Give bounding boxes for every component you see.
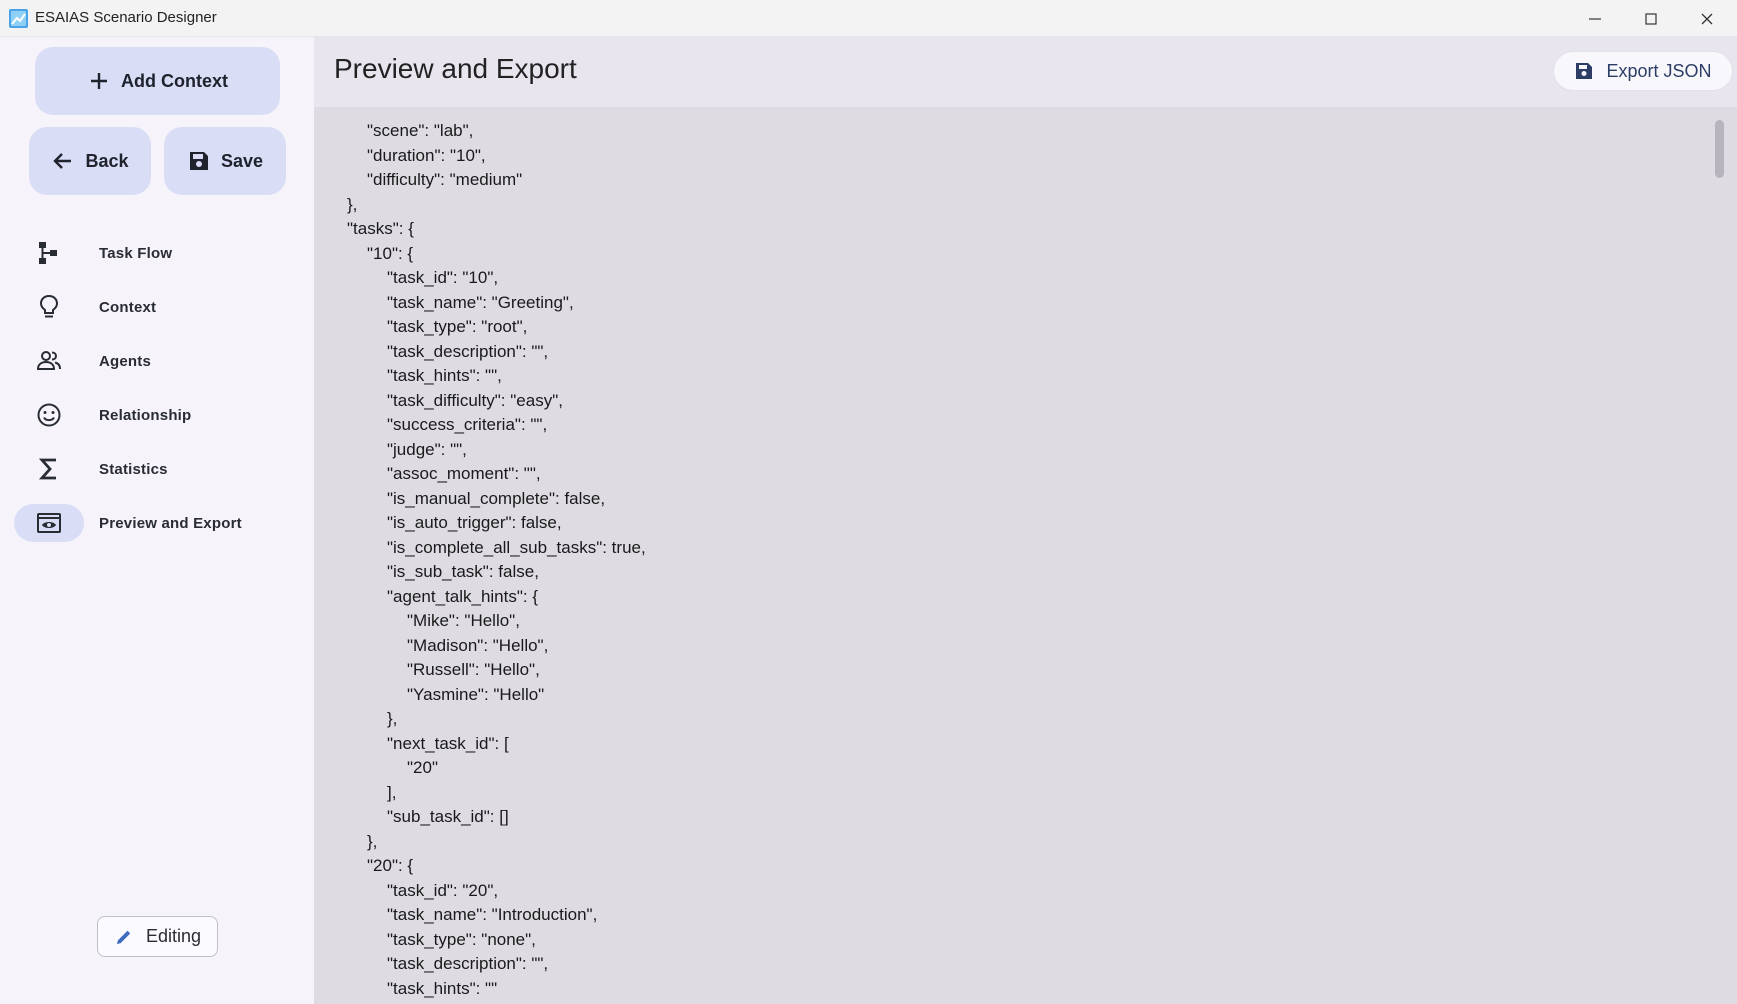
json-line: "is_manual_complete": false, xyxy=(387,488,606,508)
editing-label: Editing xyxy=(145,926,202,946)
json-line: "is_complete_all_sub_tasks": true, xyxy=(387,537,646,557)
json-line: "task_description": "", xyxy=(387,954,549,973)
json-line: "task_name": "Greeting", xyxy=(387,292,574,312)
agents-icon xyxy=(36,351,61,370)
sidebar-item-relationship[interactable]: Relationship xyxy=(14,395,314,435)
json-line: }, xyxy=(347,194,358,214)
json-line: "scene": "lab", xyxy=(367,121,474,140)
json-line: "tasks": { xyxy=(347,219,414,238)
preview-icon xyxy=(37,513,61,533)
json-line: "task_name": "Introduction", xyxy=(387,905,598,924)
json-line: "next_task_id": [ xyxy=(387,733,509,753)
arrow-left-icon xyxy=(53,153,72,169)
json-line: "task_type": "none", xyxy=(387,929,536,949)
save-button[interactable]: Save xyxy=(164,127,286,195)
sidebar-item-label: Preview and Export xyxy=(99,514,242,532)
app-logo-icon xyxy=(9,9,28,28)
json-line: }, xyxy=(387,709,398,728)
json-line: "10": { xyxy=(367,243,414,263)
close-button[interactable] xyxy=(1679,0,1735,37)
json-preview-panel[interactable]: "scene": "lab", "duration": "10", "difficu… xyxy=(314,107,1737,1004)
back-label: Back xyxy=(85,150,129,171)
sidebar-item-context[interactable]: Context xyxy=(14,287,314,327)
json-line: }, xyxy=(367,831,378,851)
json-line: "is_sub_task": false, xyxy=(387,562,539,581)
window-title: ESAIAS Scenario Designer xyxy=(35,9,217,26)
title-bar: ESAIAS Scenario Designer xyxy=(0,0,1737,37)
json-line: "task_id": "20", xyxy=(387,880,499,900)
app-window: ESAIAS Scenario Designer Add Context Bac… xyxy=(0,0,1737,1004)
export-json-button[interactable]: Export JSON xyxy=(1553,51,1733,91)
sidebar-item-label: Agents xyxy=(99,352,152,370)
json-line: "duration": "10", xyxy=(367,145,486,165)
page-title: Preview and Export xyxy=(334,53,577,84)
plus-icon xyxy=(91,73,107,89)
editing-button[interactable]: Editing xyxy=(97,916,218,957)
json-line: "sub_task_id": [] xyxy=(387,807,509,826)
close-icon xyxy=(1701,13,1713,24)
json-line: "Mike": "Hello", xyxy=(407,611,520,630)
lightbulb-icon xyxy=(39,294,59,318)
add-context-label: Add Context xyxy=(121,70,228,91)
json-line: "judge": "", xyxy=(387,439,467,459)
task-flow-icon xyxy=(39,242,57,264)
json-line: "success_criteria": "", xyxy=(387,415,548,434)
sigma-icon xyxy=(38,458,56,480)
json-line: "difficulty": "medium" xyxy=(367,170,523,189)
sidebar-item-label: Relationship xyxy=(99,406,192,424)
save-icon xyxy=(1576,63,1593,79)
smiley-icon xyxy=(37,403,61,427)
json-line: "agent_talk_hints": { xyxy=(387,586,539,606)
json-line: "task_description": "", xyxy=(387,341,549,361)
sidebar: Add Context Back Save Task Flow Context … xyxy=(0,37,314,1004)
save-icon xyxy=(189,152,208,170)
add-context-button[interactable]: Add Context xyxy=(35,47,280,115)
json-line: "task_hints": "" xyxy=(387,978,498,998)
pencil-icon xyxy=(116,930,131,944)
save-label: Save xyxy=(220,150,264,171)
json-line: "Madison": "Hello", xyxy=(407,635,549,655)
back-button[interactable]: Back xyxy=(29,127,151,195)
sidebar-item-preview-and-export[interactable]: Preview and Export xyxy=(14,503,314,543)
json-line: "Yasmine": "Hello" xyxy=(407,684,545,704)
minimize-button[interactable] xyxy=(1567,0,1623,37)
json-line: "task_id": "10", xyxy=(387,268,499,287)
sidebar-item-statistics[interactable]: Statistics xyxy=(14,449,314,489)
minimize-icon xyxy=(1589,17,1601,20)
sidebar-item-label: Context xyxy=(99,298,157,316)
export-json-label: Export JSON xyxy=(1606,60,1712,81)
sidebar-item-task-flow[interactable]: Task Flow xyxy=(14,233,314,273)
json-line: "is_auto_trigger": false, xyxy=(387,513,562,532)
sidebar-item-label: Statistics xyxy=(99,460,168,478)
json-line: "assoc_moment": "", xyxy=(387,464,541,483)
json-line: ], xyxy=(387,782,397,802)
sidebar-item-label: Task Flow xyxy=(99,244,173,262)
maximize-button[interactable] xyxy=(1623,0,1679,37)
json-line: "task_difficulty": "easy", xyxy=(387,390,563,410)
json-line: "task_type": "root", xyxy=(387,317,528,336)
json-line: "Russell": "Hello", xyxy=(407,660,540,679)
json-line: "20" xyxy=(407,758,438,777)
json-line: "task_hints": "", xyxy=(387,366,502,385)
maximize-icon xyxy=(1645,12,1657,25)
vertical-scrollbar[interactable] xyxy=(1715,120,1724,178)
main-header: Preview and Export Export JSON xyxy=(314,37,1737,107)
sidebar-item-agents[interactable]: Agents xyxy=(14,341,314,381)
json-line: "20": { xyxy=(367,856,414,875)
